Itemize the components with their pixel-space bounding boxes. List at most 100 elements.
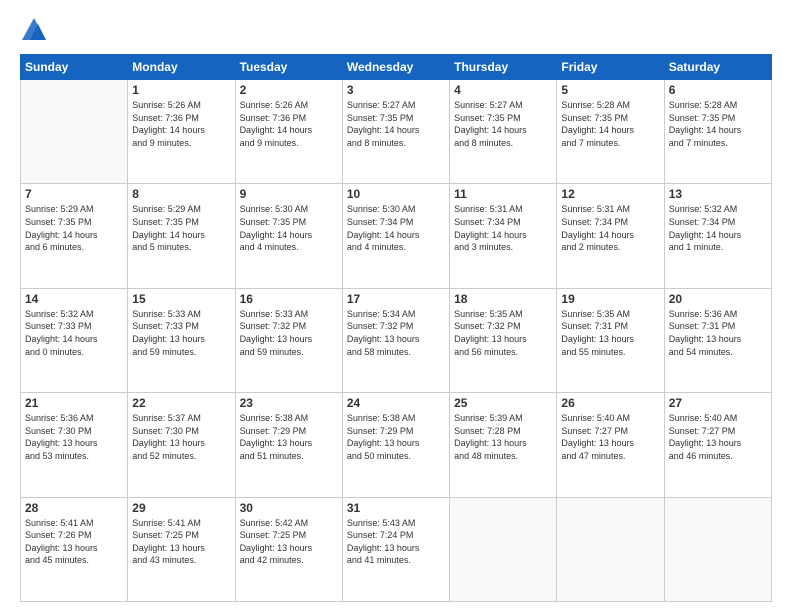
day-number: 14	[25, 292, 123, 306]
day-info: Sunrise: 5:35 AM Sunset: 7:32 PM Dayligh…	[454, 308, 552, 358]
weekday-header-monday: Monday	[128, 55, 235, 80]
day-info: Sunrise: 5:40 AM Sunset: 7:27 PM Dayligh…	[669, 412, 767, 462]
day-number: 12	[561, 187, 659, 201]
calendar-week-1: 1 Sunrise: 5:26 AM Sunset: 7:36 PM Daylig…	[21, 80, 772, 184]
calendar-cell: 17Sunrise: 5:34 AM Sunset: 7:32 PM Dayli…	[342, 288, 449, 392]
calendar-cell: 31Sunrise: 5:43 AM Sunset: 7:24 PM Dayli…	[342, 497, 449, 601]
day-info: Sunrise: 5:38 AM Sunset: 7:29 PM Dayligh…	[347, 412, 445, 462]
weekday-header-tuesday: Tuesday	[235, 55, 342, 80]
day-number: 19	[561, 292, 659, 306]
day-number: 27	[669, 396, 767, 410]
calendar-cell: 29 Sunrise: 5:41 AM Sunset: 7:25 PM Dayli…	[128, 497, 235, 601]
calendar-cell: 13 Sunrise: 5:32 AM Sunset: 7:34 PM Dayli…	[664, 184, 771, 288]
calendar-cell: 14 Sunrise: 5:32 AM Sunset: 7:33 PM Dayli…	[21, 288, 128, 392]
day-number: 20	[669, 292, 767, 306]
day-number: 5	[561, 83, 659, 97]
day-info: Sunrise: 5:30 AM Sunset: 7:35 PM Dayligh…	[240, 203, 338, 253]
day-number: 31	[347, 501, 445, 515]
day-number: 16	[240, 292, 338, 306]
calendar-cell: 15 Sunrise: 5:33 AM Sunset: 7:33 PM Dayli…	[128, 288, 235, 392]
calendar-cell: 22 Sunrise: 5:37 AM Sunset: 7:30 PM Dayli…	[128, 393, 235, 497]
calendar-cell: 2 Sunrise: 5:26 AM Sunset: 7:36 PM Daylig…	[235, 80, 342, 184]
day-number: 13	[669, 187, 767, 201]
weekday-header-sunday: Sunday	[21, 55, 128, 80]
day-number: 15	[132, 292, 230, 306]
calendar-week-2: 7 Sunrise: 5:29 AM Sunset: 7:35 PM Daylig…	[21, 184, 772, 288]
weekday-header-wednesday: Wednesday	[342, 55, 449, 80]
day-number: 23	[240, 396, 338, 410]
day-number: 11	[454, 187, 552, 201]
day-number: 21	[25, 396, 123, 410]
day-info: Sunrise: 5:32 AM Sunset: 7:33 PM Dayligh…	[25, 308, 123, 358]
day-number: 6	[669, 83, 767, 97]
day-info: Sunrise: 5:31 AM Sunset: 7:34 PM Dayligh…	[561, 203, 659, 253]
calendar-cell: 6 Sunrise: 5:28 AM Sunset: 7:35 PM Daylig…	[664, 80, 771, 184]
calendar-cell: 19 Sunrise: 5:35 AM Sunset: 7:31 PM Dayli…	[557, 288, 664, 392]
day-number: 29	[132, 501, 230, 515]
calendar-cell: 10 Sunrise: 5:30 AM Sunset: 7:34 PM Dayli…	[342, 184, 449, 288]
day-info: Sunrise: 5:37 AM Sunset: 7:30 PM Dayligh…	[132, 412, 230, 462]
calendar-cell: 5Sunrise: 5:28 AM Sunset: 7:35 PM Daylig…	[557, 80, 664, 184]
day-number: 25	[454, 396, 552, 410]
calendar-cell: 9 Sunrise: 5:30 AM Sunset: 7:35 PM Daylig…	[235, 184, 342, 288]
day-info: Sunrise: 5:41 AM Sunset: 7:26 PM Dayligh…	[25, 517, 123, 567]
day-number: 18	[454, 292, 552, 306]
calendar-cell	[21, 80, 128, 184]
day-number: 9	[240, 187, 338, 201]
day-number: 2	[240, 83, 338, 97]
day-number: 1	[132, 83, 230, 97]
day-info: Sunrise: 5:40 AM Sunset: 7:27 PM Dayligh…	[561, 412, 659, 462]
logo-icon	[20, 16, 48, 44]
day-info: Sunrise: 5:38 AM Sunset: 7:29 PM Dayligh…	[240, 412, 338, 462]
day-number: 7	[25, 187, 123, 201]
calendar-week-5: 28 Sunrise: 5:41 AM Sunset: 7:26 PM Dayli…	[21, 497, 772, 601]
day-number: 8	[132, 187, 230, 201]
day-number: 22	[132, 396, 230, 410]
day-number: 28	[25, 501, 123, 515]
calendar-cell: 11 Sunrise: 5:31 AM Sunset: 7:34 PM Dayli…	[450, 184, 557, 288]
day-number: 26	[561, 396, 659, 410]
day-info: Sunrise: 5:29 AM Sunset: 7:35 PM Dayligh…	[132, 203, 230, 253]
day-number: 24	[347, 396, 445, 410]
day-info: Sunrise: 5:29 AM Sunset: 7:35 PM Dayligh…	[25, 203, 123, 253]
day-info: Sunrise: 5:27 AM Sunset: 7:35 PM Dayligh…	[454, 99, 552, 149]
calendar-cell: 26 Sunrise: 5:40 AM Sunset: 7:27 PM Dayli…	[557, 393, 664, 497]
day-info: Sunrise: 5:31 AM Sunset: 7:34 PM Dayligh…	[454, 203, 552, 253]
calendar-week-3: 14 Sunrise: 5:32 AM Sunset: 7:33 PM Dayli…	[21, 288, 772, 392]
day-info: Sunrise: 5:36 AM Sunset: 7:31 PM Dayligh…	[669, 308, 767, 358]
day-info: Sunrise: 5:32 AM Sunset: 7:34 PM Dayligh…	[669, 203, 767, 253]
calendar-cell: 23 Sunrise: 5:38 AM Sunset: 7:29 PM Dayli…	[235, 393, 342, 497]
calendar-cell: 24 Sunrise: 5:38 AM Sunset: 7:29 PM Dayli…	[342, 393, 449, 497]
calendar-cell: 1Sunrise: 5:26 AM Sunset: 7:36 PM Daylig…	[128, 80, 235, 184]
calendar-cell: 20 Sunrise: 5:36 AM Sunset: 7:31 PM Dayli…	[664, 288, 771, 392]
day-number: 17	[347, 292, 445, 306]
calendar-cell: 4Sunrise: 5:27 AM Sunset: 7:35 PM Daylig…	[450, 80, 557, 184]
logo	[20, 16, 52, 44]
calendar-cell	[557, 497, 664, 601]
day-info: Sunrise: 5:39 AM Sunset: 7:28 PM Dayligh…	[454, 412, 552, 462]
day-info: Sunrise: 5:36 AM Sunset: 7:30 PM Dayligh…	[25, 412, 123, 462]
day-number: 10	[347, 187, 445, 201]
day-info: Sunrise: 5:26 AM Sunset: 7:36 PM Dayligh…	[240, 99, 338, 149]
calendar-cell: 7 Sunrise: 5:29 AM Sunset: 7:35 PM Daylig…	[21, 184, 128, 288]
day-info: Sunrise: 5:28 AM Sunset: 7:35 PM Dayligh…	[669, 99, 767, 149]
day-info: Sunrise: 5:41 AM Sunset: 7:25 PM Dayligh…	[132, 517, 230, 567]
weekday-header-thursday: Thursday	[450, 55, 557, 80]
weekday-header-friday: Friday	[557, 55, 664, 80]
calendar-cell: 28 Sunrise: 5:41 AM Sunset: 7:26 PM Dayli…	[21, 497, 128, 601]
calendar-cell: 18 Sunrise: 5:35 AM Sunset: 7:32 PM Dayli…	[450, 288, 557, 392]
calendar-cell: 30Sunrise: 5:42 AM Sunset: 7:25 PM Dayli…	[235, 497, 342, 601]
calendar-cell: 12 Sunrise: 5:31 AM Sunset: 7:34 PM Dayli…	[557, 184, 664, 288]
calendar-cell: 25 Sunrise: 5:39 AM Sunset: 7:28 PM Dayli…	[450, 393, 557, 497]
page-header	[20, 16, 772, 44]
day-info: Sunrise: 5:35 AM Sunset: 7:31 PM Dayligh…	[561, 308, 659, 358]
calendar-cell: 8 Sunrise: 5:29 AM Sunset: 7:35 PM Daylig…	[128, 184, 235, 288]
day-info: Sunrise: 5:30 AM Sunset: 7:34 PM Dayligh…	[347, 203, 445, 253]
calendar-cell: 21 Sunrise: 5:36 AM Sunset: 7:30 PM Dayli…	[21, 393, 128, 497]
calendar-cell: 27 Sunrise: 5:40 AM Sunset: 7:27 PM Dayli…	[664, 393, 771, 497]
calendar-table: SundayMondayTuesdayWednesdayThursdayFrid…	[20, 54, 772, 602]
weekday-header-saturday: Saturday	[664, 55, 771, 80]
calendar-cell: 16Sunrise: 5:33 AM Sunset: 7:32 PM Dayli…	[235, 288, 342, 392]
calendar-cell	[664, 497, 771, 601]
day-info: Sunrise: 5:33 AM Sunset: 7:33 PM Dayligh…	[132, 308, 230, 358]
